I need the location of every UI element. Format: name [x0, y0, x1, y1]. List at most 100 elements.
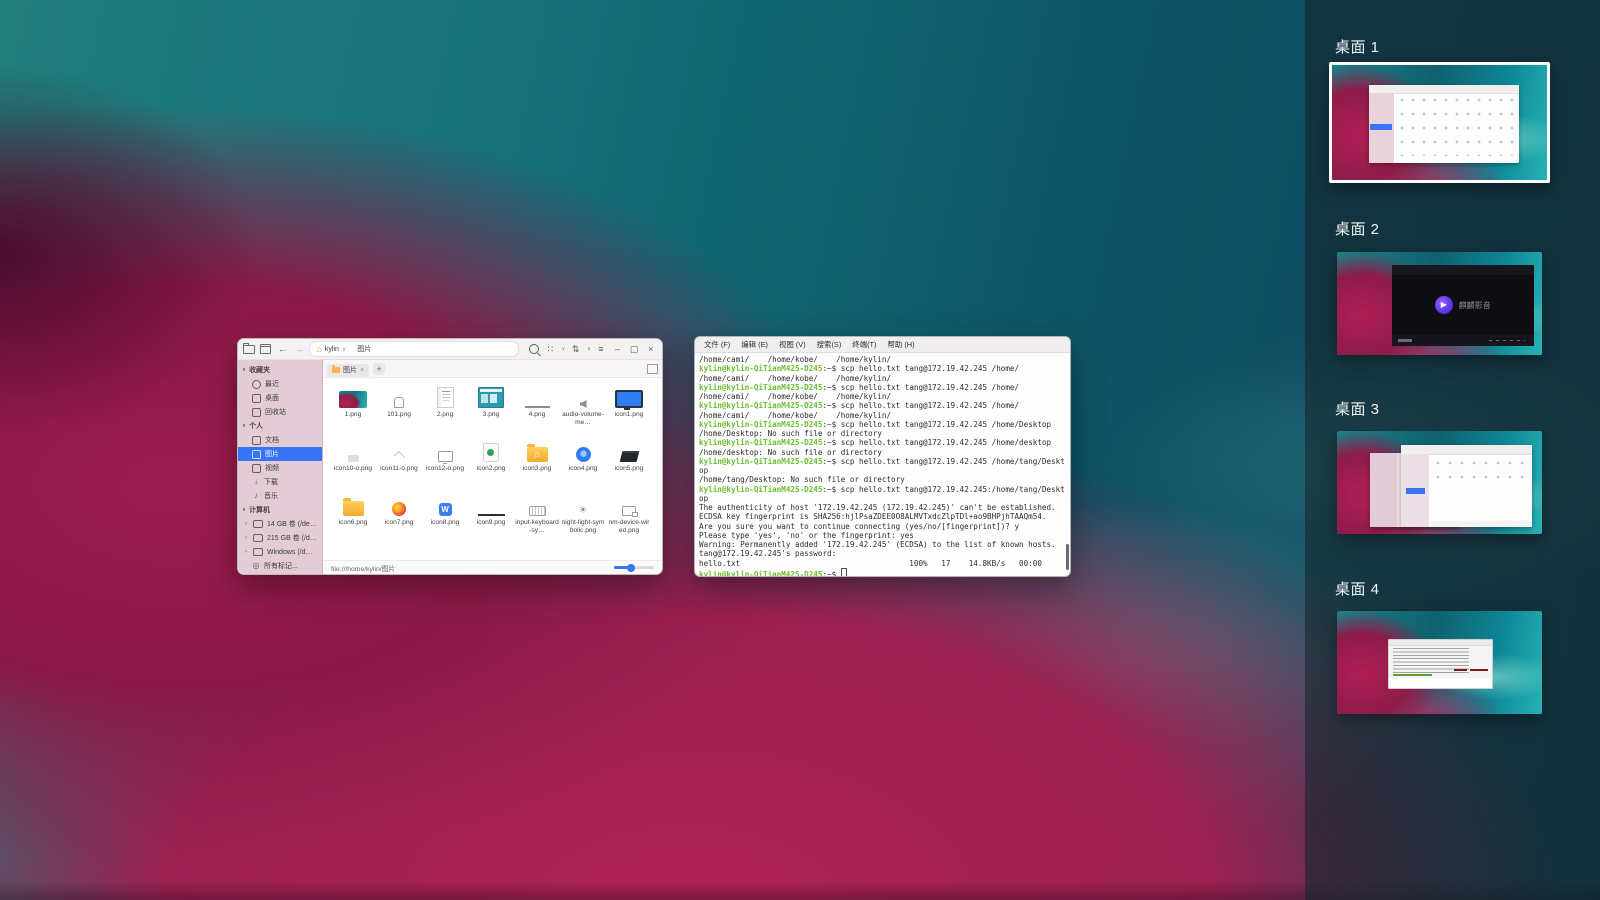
file-item[interactable]: icon1.png: [607, 384, 651, 438]
terminal-window: 文件 (F) 编辑 (E) 视图 (V) 搜索(S) 终端(T) 帮助 (H) /home…: [694, 336, 1071, 577]
chevron-right-icon[interactable]: ›: [245, 535, 249, 541]
view-mode-chevron-icon[interactable]: ∨: [562, 346, 566, 352]
terminal-output-line: /home/Desktop: No such file or directory: [699, 429, 1070, 438]
workspace-3-thumbnail[interactable]: [1337, 431, 1542, 534]
chevron-down-icon[interactable]: ∨: [342, 346, 346, 353]
file-item[interactable]: icon5.png: [607, 438, 651, 492]
file-item[interactable]: icon4.png: [561, 438, 605, 492]
menu-button[interactable]: ≡: [595, 342, 608, 356]
chevron-down-icon: ∨: [242, 423, 246, 429]
file-name: icon10-o.png: [334, 465, 372, 473]
workspace-2-thumbnail[interactable]: ▶ 麒麟影音: [1337, 252, 1542, 355]
sidebar-item[interactable]: ↓下载: [238, 475, 322, 489]
terminal-command-line: kylin@kylin-QiTianM425-D245:~$ scp hello…: [699, 457, 1070, 466]
sidebar-item[interactable]: ♪音乐: [238, 489, 322, 503]
file-item[interactable]: icon2.png: [469, 438, 513, 492]
tab-pictures[interactable]: 图片 ×: [327, 364, 369, 377]
file-name: icon3.png: [523, 465, 552, 473]
folder-home-icon: [527, 447, 548, 462]
file-item[interactable]: icon7.png: [377, 492, 421, 546]
file-item[interactable]: 1.png: [331, 384, 375, 438]
file-item[interactable]: nm-device-wired.png: [607, 492, 651, 546]
sidebar-item[interactable]: ◎ 所有标记...: [238, 559, 322, 573]
terminal-command-line: kylin@kylin-QiTianM425-D245:~$ scp hello…: [699, 383, 1070, 392]
file-item[interactable]: 101.png: [377, 384, 421, 438]
terminal-user-host: kylin@kylin-QiTianM425-D245: [699, 401, 822, 410]
workspace-1-thumbnail[interactable]: [1329, 62, 1550, 183]
sidebar-section-header[interactable]: ∨个人: [238, 419, 322, 433]
address-path-segment[interactable]: 图片: [357, 344, 371, 354]
file-item[interactable]: Wicon8.png: [423, 492, 467, 546]
sidebar-item[interactable]: ›Windows (/d…: [238, 545, 322, 559]
music-icon: ♪: [252, 492, 260, 500]
file-item[interactable]: icon6.png: [331, 492, 375, 546]
file-item[interactable]: icon12-o.png: [423, 438, 467, 492]
terminal-menu-item[interactable]: 编辑 (E): [741, 339, 768, 350]
file-item[interactable]: icon11-o.png: [377, 438, 421, 492]
sidebar-item[interactable]: 视频: [238, 461, 322, 475]
file-name: input-keyboard-sy…: [515, 519, 559, 535]
file-item[interactable]: ☀night-light-symbolic.png: [561, 492, 605, 546]
file-item[interactable]: 4.png: [515, 384, 559, 438]
terminal-menu-item[interactable]: 帮助 (H): [888, 339, 915, 350]
sidebar-item[interactable]: ›14 GB 卷 (/de…: [238, 517, 322, 531]
terminal-menu-item[interactable]: 终端(T): [852, 339, 876, 350]
close-button[interactable]: ×: [644, 342, 657, 356]
preview-pane-icon[interactable]: [647, 364, 658, 374]
terminal-menu-item[interactable]: 视图 (V): [779, 339, 806, 350]
file-item[interactable]: input-keyboard-sy…: [515, 492, 559, 546]
sidebar-item[interactable]: 文档: [238, 433, 322, 447]
sidebar-item-label: 所有标记...: [264, 561, 298, 571]
terminal-menu-item[interactable]: 搜索(S): [817, 339, 842, 350]
file-item[interactable]: audio-volume-me…: [561, 384, 605, 438]
sidebar-item[interactable]: ›215 GB 卷 (/d…: [238, 531, 322, 545]
zoom-slider-knob[interactable]: [627, 564, 635, 572]
terminal-user-host: kylin@kylin-QiTianM425-D245: [699, 383, 822, 392]
new-tab-button[interactable]: +: [373, 363, 385, 375]
tab-close-icon[interactable]: ×: [360, 367, 364, 374]
minimize-button[interactable]: –: [611, 342, 624, 356]
sidebar-item[interactable]: 回收站: [238, 405, 322, 419]
sort-chevron-icon[interactable]: ∨: [587, 346, 591, 352]
file-item[interactable]: icon9.png: [469, 492, 513, 546]
keyboard-icon: [529, 506, 546, 516]
status-path: file:///home/kylin/图片: [331, 563, 395, 573]
open-terminal-button[interactable]: [260, 342, 273, 356]
terminal-menu-item[interactable]: 文件 (F): [704, 339, 730, 350]
file-item[interactable]: 2.png: [423, 384, 467, 438]
new-folder-button[interactable]: [243, 342, 256, 356]
file-item[interactable]: 3.png: [469, 384, 513, 438]
sidebar-section-header[interactable]: ∨计算机: [238, 503, 322, 517]
sidebar-section-header[interactable]: ∨收藏夹: [238, 363, 322, 377]
workspace-4-thumbnail[interactable]: [1337, 611, 1542, 714]
sort-button[interactable]: ⇅: [569, 342, 582, 356]
file-item[interactable]: icon3.png: [515, 438, 559, 492]
workspace-3-label: 桌面 3: [1335, 398, 1380, 419]
maximize-button[interactable]: ▢: [628, 342, 641, 356]
zoom-slider[interactable]: [614, 566, 654, 569]
chevron-right-icon[interactable]: ›: [245, 521, 249, 527]
sidebar-item[interactable]: 图片: [238, 447, 322, 461]
chevron-right-icon[interactable]: ›: [245, 549, 249, 555]
tag-icon: ◎: [252, 562, 260, 570]
sidebar-item[interactable]: 最近: [238, 377, 322, 391]
back-button[interactable]: ←: [276, 342, 289, 356]
file-grid: 1.png101.png2.png 3.png 4.pngaudio-volume-…: [323, 378, 662, 560]
terminal-command-line: kylin@kylin-QiTianM425-D245:~$ scp hello…: [699, 401, 1070, 410]
black-line-icon: [478, 514, 505, 516]
forward-button[interactable]: →: [293, 342, 306, 356]
workspace-1-label: 桌面 1: [1335, 36, 1380, 57]
terminal-output[interactable]: /home/cami/ /home/kobe/ /home/kylin/kyli…: [695, 353, 1070, 576]
file-name: 3.png: [483, 411, 500, 419]
file-item[interactable]: icon10-o.png: [331, 438, 375, 492]
chevron-down-icon: ∨: [242, 507, 246, 513]
search-button[interactable]: [527, 342, 540, 356]
monitor-outline-icon: [438, 451, 453, 462]
video-player-title: 麒麟影音: [1459, 300, 1491, 311]
sidebar-item[interactable]: 桌面: [238, 391, 322, 405]
workspace-switcher-panel: 桌面 1 桌面 2 ▶ 麒麟影音 桌面 3 桌面 4: [1305, 0, 1600, 900]
fm-status-bar: file:///home/kylin/图片: [323, 560, 662, 574]
terminal-scrollbar[interactable]: [1066, 544, 1069, 570]
view-mode-button[interactable]: ∷: [544, 342, 557, 356]
address-bar[interactable]: ⌂ kylin ∨ 图片: [309, 341, 519, 357]
